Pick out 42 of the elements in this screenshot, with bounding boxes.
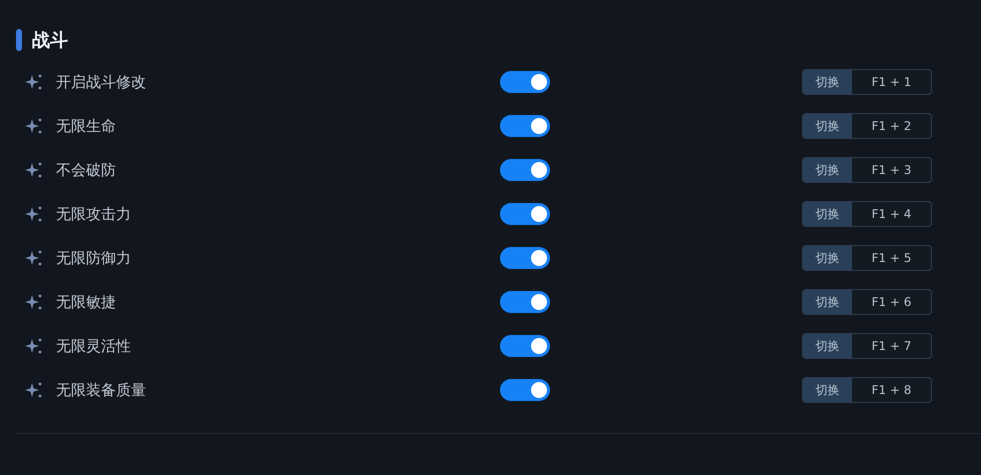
hotkey-text: F1 + 2 [870,118,912,135]
option-label: 无限灵活性 [56,336,132,356]
toggle-switch[interactable] [500,115,550,137]
hotkey-text: F1 + 6 [870,294,912,311]
hotkey-text: F1 + 8 [870,382,912,399]
sparkle-icon [25,161,43,179]
option-label: 无限装备质量 [56,380,147,400]
toggle-hotkey-button[interactable]: 切换 [803,334,852,358]
sparkle-icon [25,205,43,223]
toggle-hotkey-button[interactable]: 切换 [803,114,852,138]
toggle-hotkey-button[interactable]: 切换 [803,378,852,402]
hotkey-text: F1 + 3 [870,162,912,179]
toggle-switch[interactable] [500,335,550,357]
option-label: 无限攻击力 [56,204,132,224]
sparkle-icon [25,337,43,355]
sparkle-icon [25,73,43,91]
toggle-switch[interactable] [500,159,550,181]
toggle-hotkey-button[interactable]: 切换 [803,290,852,314]
hotkey-text: F1 + 7 [870,338,912,355]
option-label: 不会破防 [56,160,117,180]
toggle-switch[interactable] [500,291,550,313]
hotkey-text: F1 + 5 [870,250,912,267]
option-label: 无限防御力 [56,248,132,268]
option-label: 无限生命 [56,116,117,136]
sparkle-icon [25,117,43,135]
option-label: 开启战斗修改 [56,72,147,92]
sparkle-icon [25,249,43,267]
option-label: 无限敏捷 [56,292,117,312]
hotkey-text: F1 + 4 [870,206,912,223]
toggle-hotkey-button[interactable]: 切换 [803,202,852,226]
toggle-hotkey-button[interactable]: 切换 [803,158,852,182]
toggle-hotkey-button[interactable]: 切换 [803,246,852,270]
sparkle-icon [25,381,43,399]
toggle-switch[interactable] [500,203,550,225]
toggle-switch[interactable] [500,247,550,269]
sparkle-icon [25,293,43,311]
toggle-switch[interactable] [500,379,550,401]
toggle-hotkey-button[interactable]: 切换 [803,70,852,94]
section-marker [16,29,22,51]
section-title: 战斗 [32,29,68,52]
toggle-switch[interactable] [500,71,550,93]
hotkey-text: F1 + 1 [870,74,912,91]
